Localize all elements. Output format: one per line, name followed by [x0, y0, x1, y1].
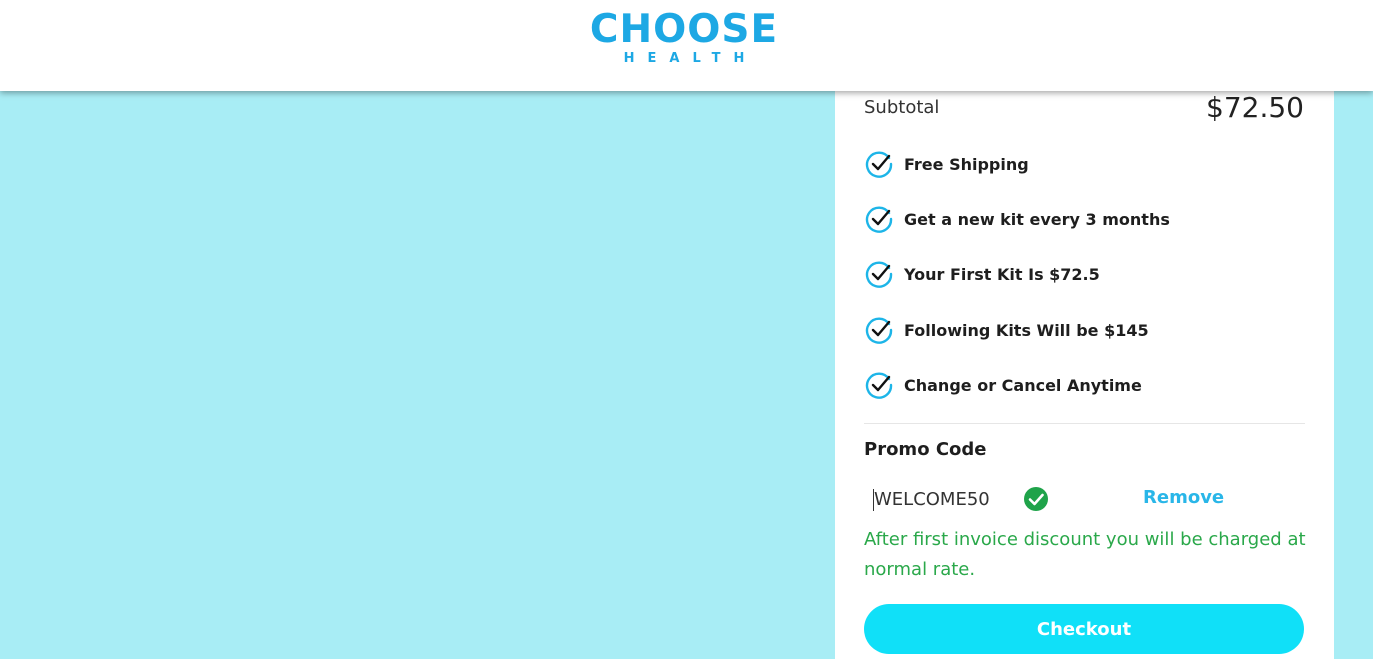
checkout-button[interactable]: Checkout [864, 604, 1304, 654]
feature-label: Change or Cancel Anytime [904, 375, 1142, 395]
check-circle-icon [865, 206, 893, 233]
subtotal-label: Subtotal [864, 97, 940, 118]
promo-code-row: Remove [864, 483, 1305, 515]
check-circle-icon [865, 317, 893, 344]
promo-note: After first invoice discount you will be… [864, 529, 1306, 580]
success-check-icon [1024, 487, 1048, 511]
feature-label: Free Shipping [904, 154, 1029, 174]
feature-item: Free Shipping [864, 148, 1029, 180]
feature-item: Following Kits Will be $145 [864, 314, 1149, 346]
feature-item: Change or Cancel Anytime [864, 369, 1142, 401]
feature-label: Following Kits Will be $145 [904, 320, 1149, 340]
check-circle-icon [865, 151, 893, 178]
feature-label: Your First Kit Is $72.5 [904, 264, 1100, 284]
section-divider [864, 423, 1305, 424]
feature-label: Get a new kit every 3 months [904, 209, 1170, 229]
promo-code-title: Promo Code [864, 439, 987, 460]
feature-item: Your First Kit Is $72.5 [864, 258, 1100, 290]
feature-item: Get a new kit every 3 months [864, 203, 1170, 235]
check-circle-icon [865, 372, 893, 399]
subtotal-value: $72.50 [1206, 91, 1304, 124]
text-caret [873, 489, 874, 511]
promo-code-input[interactable] [864, 483, 1014, 515]
choose-health-logo[interactable]: CHOOSE HEALTH [589, 8, 779, 66]
logo-wordmark: CHOOSE [589, 7, 779, 52]
remove-promo-link[interactable]: Remove [1143, 487, 1224, 508]
site-header: CHOOSE HEALTH [0, 0, 1373, 91]
logo-subtext: HEALTH [623, 51, 758, 66]
order-summary-panel: Subtotal $72.50 Free Shipping Get a new … [835, 91, 1334, 659]
check-circle-icon [865, 261, 893, 288]
